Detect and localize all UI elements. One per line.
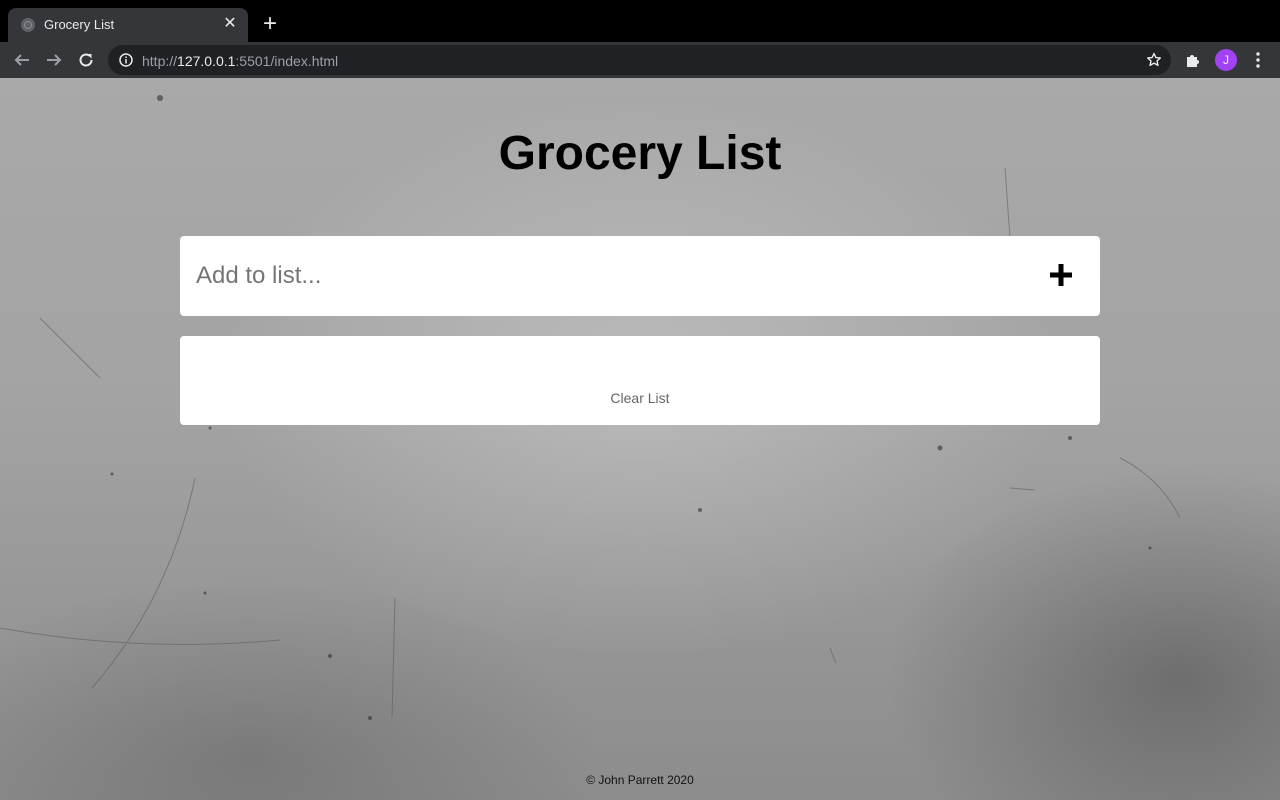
reload-icon [79, 53, 93, 67]
url-path: :5501/index.html [235, 53, 339, 69]
plus-icon[interactable] [1048, 262, 1074, 288]
forward-button[interactable] [43, 49, 65, 71]
clear-list-button[interactable]: Clear List [180, 390, 1100, 406]
page-viewport: Grocery List Clear List © John Parrett 2… [0, 78, 1280, 800]
url-scheme: http:// [142, 53, 178, 69]
tab-title: Grocery List [44, 17, 115, 32]
footer-copyright: © John Parrett 2020 [586, 773, 694, 787]
extensions-puzzle-icon[interactable] [1184, 51, 1202, 69]
url-host: 127.0.0.1 [177, 53, 236, 69]
url-text: http://127.0.0.1:5501/index.html [142, 53, 338, 69]
tab-strip: Grocery List ✕ + [0, 0, 1280, 42]
grocery-list-panel: Clear List [180, 336, 1100, 425]
reload-button[interactable] [75, 49, 97, 71]
globe-icon [21, 18, 35, 32]
back-arrow-icon [14, 54, 29, 66]
grocery-items-list [180, 336, 1100, 376]
kebab-menu-icon[interactable] [1251, 51, 1265, 69]
add-item-form [180, 236, 1100, 316]
browser-toolbar: http://127.0.0.1:5501/index.html J [0, 42, 1280, 78]
add-item-input[interactable] [196, 256, 1016, 296]
back-button[interactable] [11, 49, 33, 71]
close-tab-icon[interactable]: ✕ [222, 16, 238, 32]
forward-arrow-icon [47, 54, 62, 66]
concrete-texture [0, 95, 1181, 720]
bookmark-star-icon[interactable] [1146, 52, 1162, 68]
page-title: Grocery List [498, 127, 782, 180]
info-icon[interactable] [119, 53, 133, 67]
address-bar[interactable]: http://127.0.0.1:5501/index.html [108, 45, 1171, 75]
new-tab-button[interactable]: + [259, 12, 281, 36]
profile-avatar[interactable]: J [1215, 49, 1237, 71]
browser-tab[interactable]: Grocery List ✕ [8, 8, 248, 42]
